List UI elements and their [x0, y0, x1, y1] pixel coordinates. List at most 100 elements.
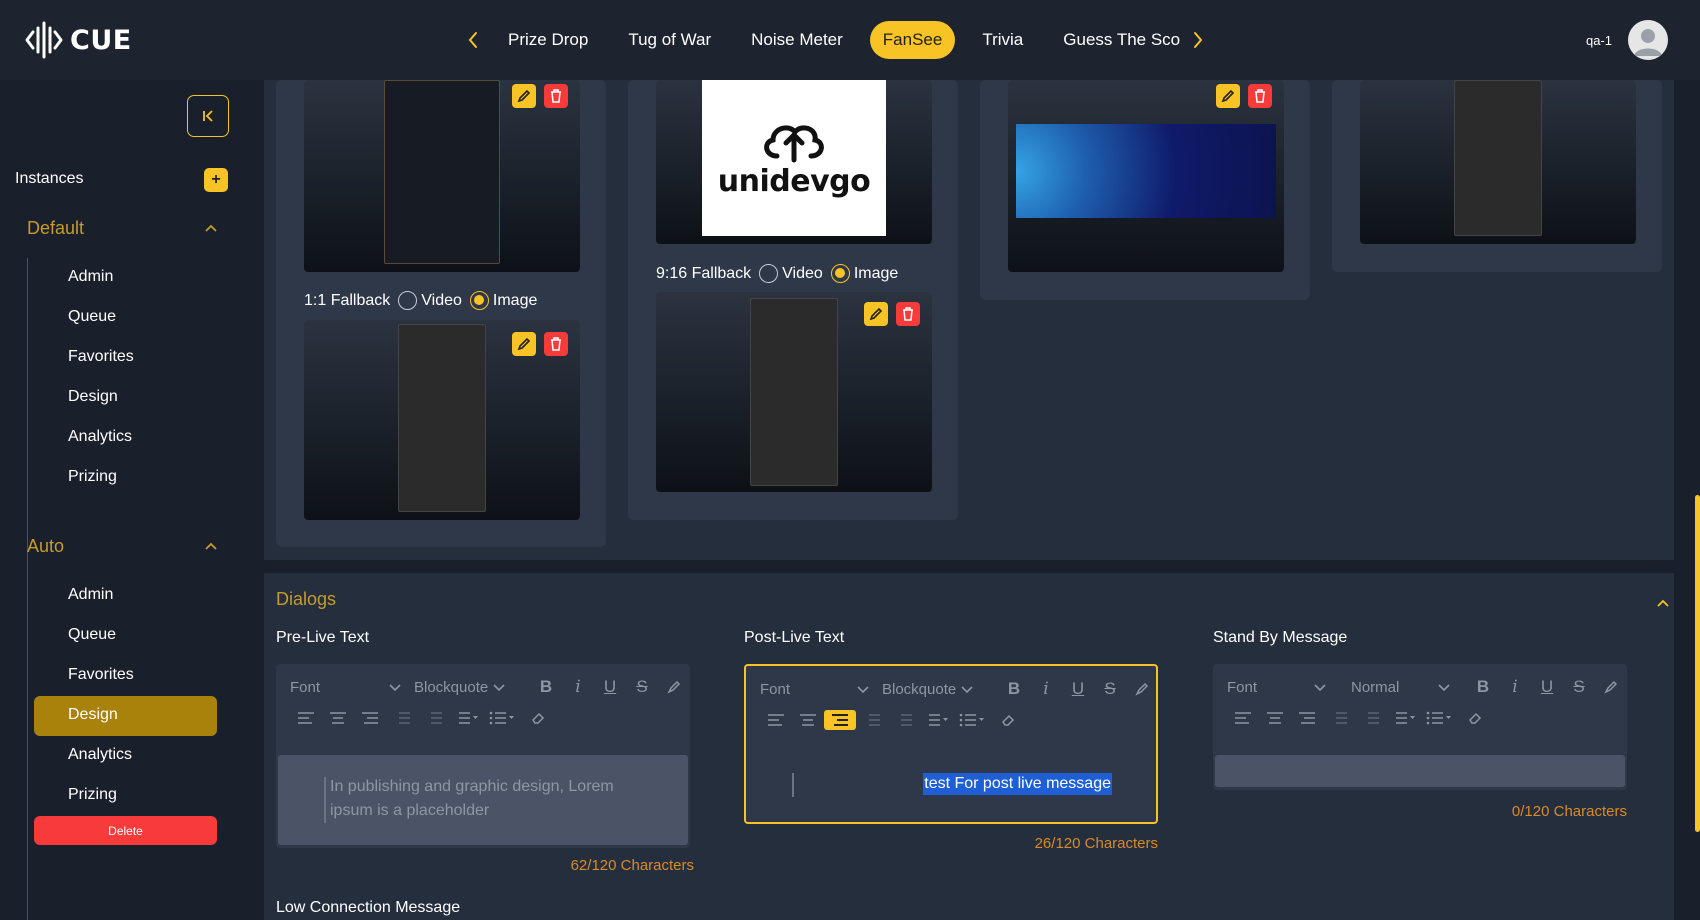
- delete-fallback-11-button[interactable]: [544, 332, 568, 356]
- sidebar-item-default-analytics[interactable]: Analytics: [68, 428, 132, 446]
- align-center-icon[interactable]: [322, 708, 354, 728]
- media-thumb-dots[interactable]: [1008, 80, 1284, 272]
- tab-fansee[interactable]: FanSee: [869, 21, 956, 59]
- tabs-prev-button[interactable]: [458, 21, 488, 59]
- highlighter-icon[interactable]: [658, 677, 690, 697]
- underline-icon[interactable]: U: [1062, 679, 1094, 699]
- sidebar-item-auto-analytics[interactable]: Analytics: [68, 746, 132, 764]
- strikethrough-icon[interactable]: S: [1094, 679, 1126, 699]
- font-select[interactable]: Font: [290, 679, 402, 696]
- stand-by-text-area[interactable]: [1215, 755, 1625, 787]
- fallback-916-thumb[interactable]: [656, 292, 932, 492]
- delete-media-button[interactable]: [1248, 84, 1272, 108]
- fallback-11-thumb[interactable]: [304, 320, 580, 520]
- tab-noise-meter[interactable]: Noise Meter: [731, 21, 863, 59]
- sidebar-item-auto-admin[interactable]: Admin: [68, 586, 113, 604]
- fallback-11-image-radio[interactable]: [469, 291, 489, 310]
- edit-media-button[interactable]: [1216, 84, 1240, 108]
- fallback-11-video-label[interactable]: Video: [421, 292, 462, 310]
- underline-icon[interactable]: U: [594, 677, 626, 697]
- media-thumb-logo[interactable]: unidevgo: [656, 80, 932, 244]
- fallback-916-image-label[interactable]: Image: [854, 265, 898, 283]
- edit-media-button[interactable]: [512, 84, 536, 108]
- fallback-11-video-radio[interactable]: [398, 291, 418, 310]
- chevron-up-icon[interactable]: [203, 220, 219, 236]
- align-center-icon[interactable]: [1259, 708, 1291, 728]
- tabs-next-button[interactable]: [1183, 21, 1213, 59]
- fallback-916-image-radio[interactable]: [830, 264, 850, 283]
- align-center-icon[interactable]: [792, 710, 824, 730]
- font-select[interactable]: Font: [760, 681, 870, 698]
- block-select[interactable]: Blockquote: [414, 679, 514, 696]
- fallback-11-image-label[interactable]: Image: [493, 292, 537, 310]
- chevron-up-icon[interactable]: [203, 538, 219, 554]
- delete-fallback-916-button[interactable]: [896, 302, 920, 326]
- bullet-list-icon[interactable]: [1423, 708, 1455, 728]
- indent-icon[interactable]: [418, 708, 450, 728]
- cue-logo[interactable]: CUE: [24, 20, 132, 60]
- bold-icon[interactable]: B: [998, 679, 1030, 699]
- highlighter-icon[interactable]: [1595, 677, 1627, 697]
- outdent-icon[interactable]: [386, 708, 418, 728]
- underline-icon[interactable]: U: [1531, 677, 1563, 697]
- align-right-icon[interactable]: [354, 708, 386, 728]
- align-left-icon[interactable]: [290, 708, 322, 728]
- outdent-icon[interactable]: [856, 710, 888, 730]
- post-live-text-area[interactable]: test For post live message: [746, 757, 1156, 821]
- font-select[interactable]: Font: [1227, 679, 1327, 696]
- delete-instance-button[interactable]: Delete: [34, 816, 217, 845]
- sidebar-item-default-admin[interactable]: Admin: [68, 268, 113, 286]
- block-select[interactable]: Normal: [1351, 679, 1451, 696]
- eraser-icon[interactable]: [992, 710, 1024, 730]
- strikethrough-icon[interactable]: S: [1563, 677, 1595, 697]
- sidebar-item-auto-favorites[interactable]: Favorites: [68, 666, 134, 684]
- chevron-up-icon[interactable]: [1655, 595, 1671, 611]
- align-right-icon[interactable]: [824, 710, 856, 730]
- block-select[interactable]: Blockquote: [882, 681, 982, 698]
- highlighter-icon[interactable]: [1126, 679, 1158, 699]
- fallback-916-video-radio[interactable]: [759, 264, 779, 283]
- sidebar-item-auto-design[interactable]: Design: [68, 706, 118, 724]
- italic-icon[interactable]: i: [1030, 679, 1062, 699]
- bold-icon[interactable]: B: [530, 677, 562, 697]
- delete-media-button[interactable]: [544, 84, 568, 108]
- tab-guess-the-score[interactable]: Guess The Sco: [1043, 21, 1183, 59]
- sidebar-item-default-prizing[interactable]: Prizing: [68, 468, 117, 486]
- sidebar-item-default-queue[interactable]: Queue: [68, 308, 116, 326]
- sidebar-item-default-design[interactable]: Design: [68, 388, 118, 406]
- sidebar-item-auto-queue[interactable]: Queue: [68, 626, 116, 644]
- strikethrough-icon[interactable]: S: [626, 677, 658, 697]
- eraser-icon[interactable]: [522, 708, 554, 728]
- indent-icon[interactable]: [888, 710, 920, 730]
- outdent-icon[interactable]: [1323, 708, 1355, 728]
- align-left-icon[interactable]: [760, 710, 792, 730]
- tab-prize-drop[interactable]: Prize Drop: [488, 21, 608, 59]
- edit-fallback-11-button[interactable]: [512, 332, 536, 356]
- group-auto-title[interactable]: Auto: [27, 536, 64, 557]
- avatar[interactable]: [1628, 20, 1668, 60]
- align-left-icon[interactable]: [1227, 708, 1259, 728]
- user-menu[interactable]: qa-1: [1586, 20, 1668, 60]
- media-thumb-landscape[interactable]: [304, 80, 580, 272]
- group-default-title[interactable]: Default: [27, 218, 84, 239]
- bullet-list-icon[interactable]: [486, 708, 518, 728]
- indent-icon[interactable]: [1355, 708, 1387, 728]
- bold-icon[interactable]: B: [1467, 677, 1499, 697]
- align-right-icon[interactable]: [1291, 708, 1323, 728]
- sidebar-item-auto-prizing[interactable]: Prizing: [68, 786, 117, 804]
- bullet-list-icon[interactable]: [956, 710, 988, 730]
- tab-trivia[interactable]: Trivia: [962, 21, 1043, 59]
- pre-live-text-area[interactable]: In publishing and graphic design, Lorem …: [278, 755, 688, 845]
- italic-icon[interactable]: i: [562, 677, 594, 697]
- ordered-list-icon[interactable]: [1387, 708, 1419, 728]
- fallback-916-video-label[interactable]: Video: [782, 265, 823, 283]
- collapse-sidebar-button[interactable]: [187, 95, 229, 137]
- ordered-list-icon[interactable]: [920, 710, 952, 730]
- page-scrollbar[interactable]: [1695, 495, 1700, 832]
- ordered-list-icon[interactable]: [450, 708, 482, 728]
- add-instance-button[interactable]: +: [204, 168, 228, 192]
- edit-fallback-916-button[interactable]: [864, 302, 888, 326]
- sidebar-item-default-favorites[interactable]: Favorites: [68, 348, 134, 366]
- italic-icon[interactable]: i: [1499, 677, 1531, 697]
- tab-tug-of-war[interactable]: Tug of War: [608, 21, 731, 59]
